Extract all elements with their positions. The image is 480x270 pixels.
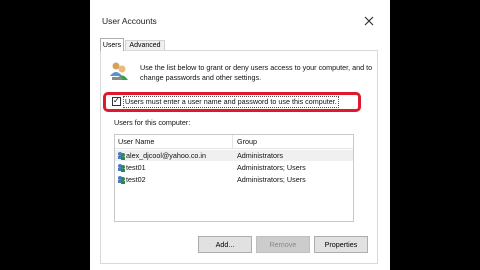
users-list-caption: Users for this computer:: [114, 118, 191, 127]
user-icon: [117, 151, 126, 160]
checkmark-icon: ✓: [113, 96, 120, 105]
tab-users[interactable]: Users: [100, 38, 124, 51]
list-item[interactable]: alex_djcool@yahoo.co.in Administrators: [115, 150, 353, 161]
list-item[interactable]: test02 Administrators; Users: [115, 174, 353, 185]
row-group: Administrators: [237, 151, 283, 160]
close-icon: [364, 16, 374, 26]
user-icon: [117, 175, 126, 184]
column-header-user-name[interactable]: User Name: [115, 135, 233, 148]
user-icon: [117, 163, 126, 172]
row-group: Administrators; Users: [237, 163, 306, 172]
list-item[interactable]: test01 Administrators; Users: [115, 162, 353, 173]
require-password-checkbox[interactable]: ✓: [112, 96, 121, 106]
remove-user-button[interactable]: Remove: [256, 236, 310, 253]
close-button[interactable]: [362, 14, 376, 28]
title-bar: User Accounts: [90, 0, 390, 36]
add-user-button[interactable]: Add...: [198, 236, 252, 253]
properties-button[interactable]: Properties: [314, 236, 368, 253]
list-header: User Name Group: [115, 135, 353, 149]
row-user-name: test01: [126, 163, 146, 172]
row-group: Administrators; Users: [237, 175, 306, 184]
user-accounts-dialog: User Accounts Users Advanced Use the lis…: [90, 0, 390, 270]
row-user-name: alex_djcool@yahoo.co.in: [126, 151, 207, 160]
users-list[interactable]: User Name Group alex_djcool@yahoo.co.in …: [114, 134, 354, 222]
users-icon: [108, 60, 130, 82]
column-header-group[interactable]: Group: [234, 135, 353, 148]
require-password-label[interactable]: Users must enter a user name and passwor…: [123, 96, 339, 108]
window-title: User Accounts: [102, 16, 157, 26]
row-user-name: test02: [126, 175, 146, 184]
intro-text: Use the list below to grant or deny user…: [140, 63, 373, 82]
